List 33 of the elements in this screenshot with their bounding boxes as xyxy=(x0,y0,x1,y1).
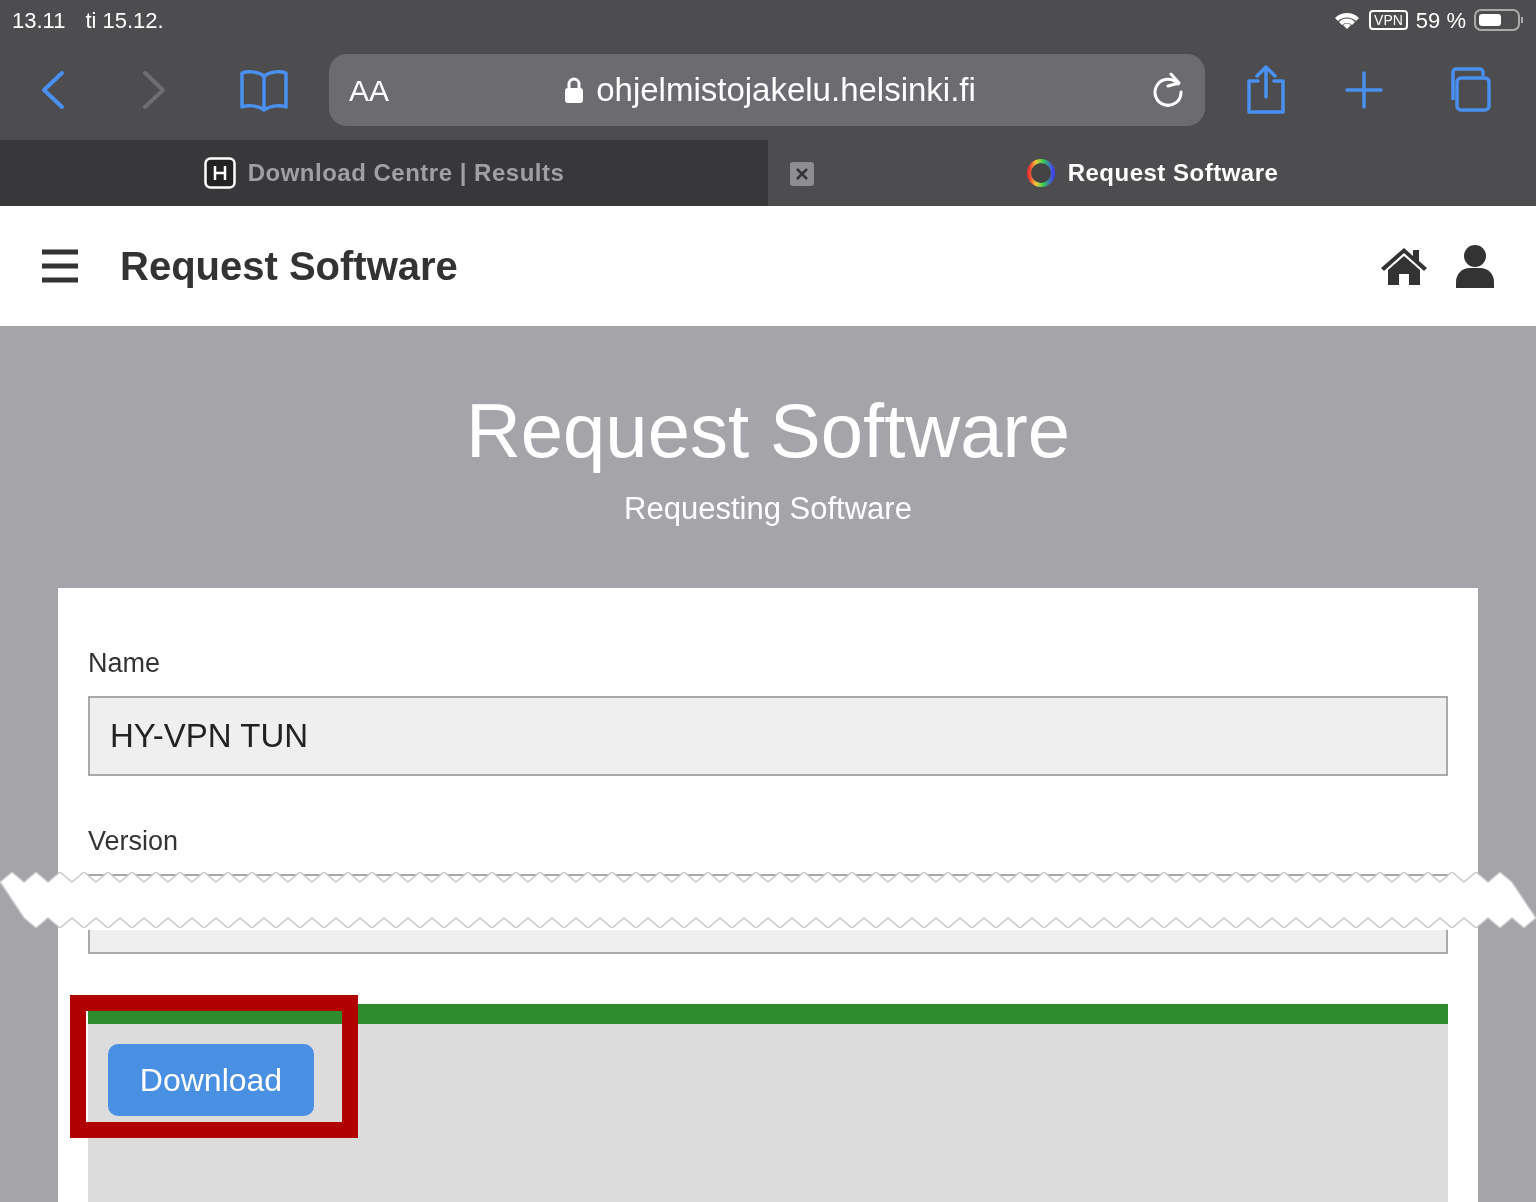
tab-title: Request Software xyxy=(1067,158,1279,188)
field-label: Name xyxy=(88,647,162,680)
browser-tab[interactable]: Download Centre | Results xyxy=(0,140,768,206)
tab-title: Download Centre | Results xyxy=(247,158,565,188)
address-bar[interactable]: AA ohjelmistojakelu.helsinki.fi xyxy=(329,54,1205,126)
hero-subtitle: Requesting Software xyxy=(624,490,912,528)
page-title: Request Software xyxy=(120,243,458,290)
battery-percent: 59 % xyxy=(1415,6,1466,35)
hero-title: Request Software xyxy=(465,387,1071,475)
menu-icon[interactable] xyxy=(42,249,78,283)
url-text: ohjelmistojakelu.helsinki.fi xyxy=(596,70,976,111)
reload-icon[interactable] xyxy=(1151,72,1185,108)
new-tab-icon[interactable] xyxy=(1345,71,1383,109)
back-icon[interactable] xyxy=(40,70,66,110)
bookmarks-icon[interactable] xyxy=(239,68,289,112)
text-field[interactable] xyxy=(88,930,1448,954)
battery-icon xyxy=(1474,8,1524,32)
site-icon xyxy=(1025,158,1056,188)
site-icon xyxy=(203,157,236,189)
forward-icon[interactable] xyxy=(141,70,167,110)
download-button[interactable]: Download xyxy=(108,1044,314,1116)
home-icon[interactable] xyxy=(1380,246,1428,286)
status-time: 13.11 xyxy=(12,6,66,35)
text-field[interactable]: HY-VPN TUN xyxy=(88,696,1448,776)
share-icon[interactable] xyxy=(1245,65,1287,115)
close-icon[interactable] xyxy=(790,162,814,186)
field-label: Version xyxy=(88,825,180,858)
lock-icon xyxy=(564,76,585,104)
status-date: ti 15.12. xyxy=(85,6,164,35)
text-size-button[interactable]: AA xyxy=(349,67,390,113)
vpn-badge: VPN xyxy=(1369,10,1408,30)
wifi-icon xyxy=(1333,10,1362,30)
user-icon[interactable] xyxy=(1456,244,1494,288)
